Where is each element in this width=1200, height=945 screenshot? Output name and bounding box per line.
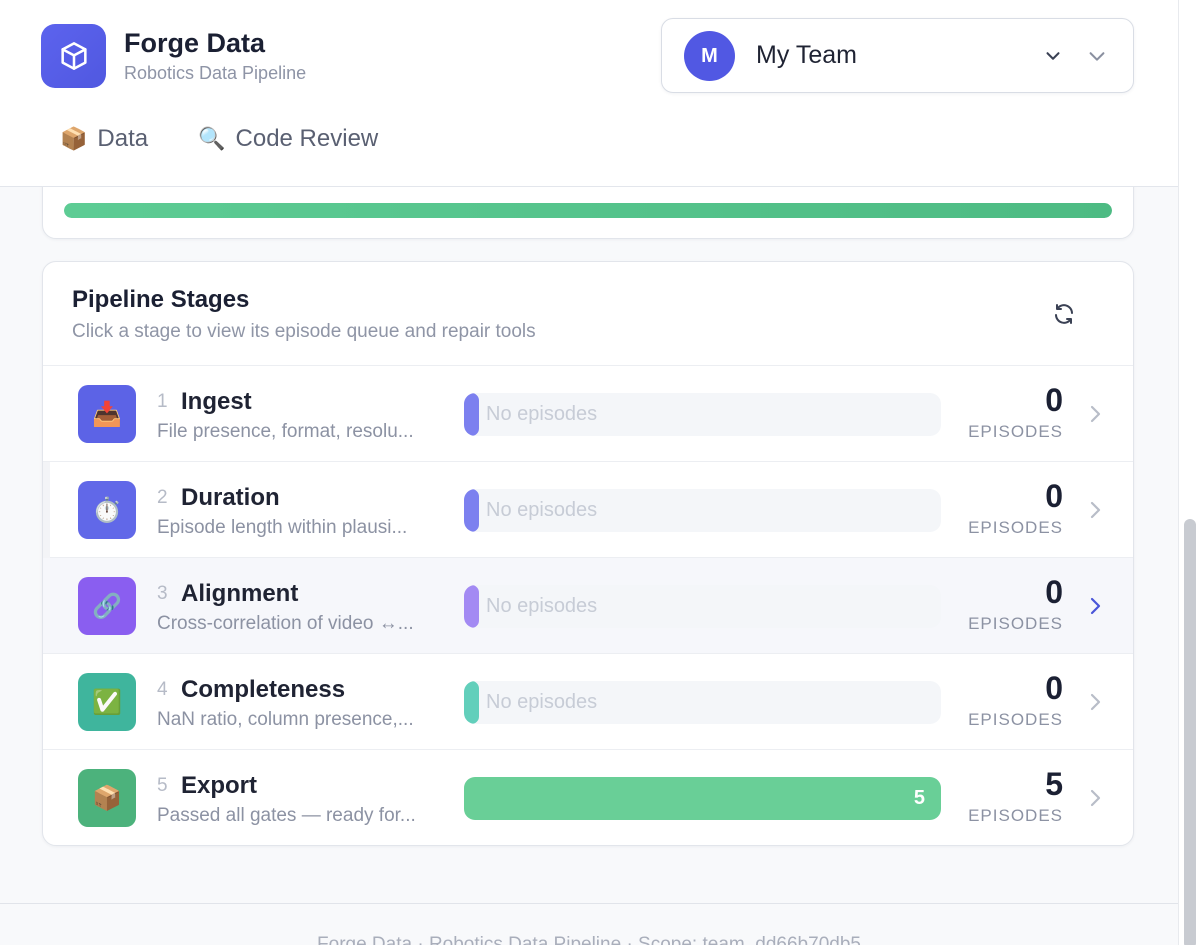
stage-description: NaN ratio, column presence,...: [157, 709, 414, 730]
scrollbar[interactable]: [1178, 0, 1200, 945]
footer-divider: [0, 903, 1178, 904]
stage-empty-label: No episodes: [486, 499, 598, 521]
stage-episode-count: 0: [1045, 478, 1063, 514]
stage-count-unit: EPISODES: [968, 518, 1063, 537]
chevron-right-icon: [1090, 597, 1101, 615]
stage-episode-count: 0: [1045, 574, 1063, 610]
stage-name: Duration: [181, 484, 280, 511]
stage-icon: 🔗: [78, 577, 136, 635]
stage-description: Cross-correlation of video ↔...: [157, 613, 414, 634]
page: Pipeline Stages Click a stage to view it…: [0, 0, 1200, 945]
stage-description: Passed all gates — ready for...: [157, 805, 416, 826]
tab-bar: 📦 Data 🔍 Code Review: [60, 125, 378, 153]
tab-code-review[interactable]: 🔍 Code Review: [198, 125, 378, 153]
pipeline-subtitle: Click a stage to view its episode queue …: [72, 321, 536, 342]
stage-bar-marker: [464, 393, 479, 436]
stage-emoji-icon: ✅: [92, 688, 122, 716]
stage-empty-label: No episodes: [486, 595, 598, 617]
chevron-down-icon: [1046, 52, 1060, 60]
chevron-right-icon: [1090, 693, 1101, 711]
stage-episode-count: 5: [1045, 766, 1063, 802]
stage-count-unit: EPISODES: [968, 710, 1063, 729]
stage-icon: 📦: [78, 769, 136, 827]
stage-icon: 📥: [78, 385, 136, 443]
chevron-right-icon: [1090, 405, 1101, 423]
stage-progress-bar: No episodes: [464, 681, 941, 724]
stage-row-ingest[interactable]: 📥 1 Ingest File presence, format, resolu...…: [43, 366, 1133, 462]
stage-count-unit: EPISODES: [968, 614, 1063, 633]
stage-count-unit: EPISODES: [968, 806, 1063, 825]
stage-number: 5: [157, 775, 168, 796]
team-avatar: M: [684, 31, 735, 81]
stage-bar-count: 5: [913, 787, 925, 809]
chevron-right-icon: [1090, 501, 1101, 519]
cube-icon: [60, 42, 87, 70]
stage-icon: ⏱️: [78, 481, 136, 539]
tab-data-label: Data: [97, 125, 149, 152]
tab-code-review-label: Code Review: [235, 125, 379, 152]
stage-bar-marker: [464, 681, 479, 724]
stage-emoji-icon: 📦: [92, 784, 122, 812]
stage-progress-bar: No episodes: [464, 585, 941, 628]
stage-name: Alignment: [181, 580, 299, 607]
app-header: Forge Data Robotics Data Pipeline M My T…: [0, 0, 1178, 187]
footer-text: Forge Data · Robotics Data Pipeline · Sc…: [317, 934, 861, 945]
row-accent: [43, 366, 50, 462]
stage-icon: ✅: [78, 673, 136, 731]
stage-progress-bar: No episodes: [464, 393, 941, 436]
stage-name: Completeness: [181, 676, 346, 703]
stage-empty-label: No episodes: [486, 691, 598, 713]
stage-count-unit: EPISODES: [968, 422, 1063, 441]
stage-bar-marker: [464, 585, 479, 628]
pipeline-title: Pipeline Stages: [72, 286, 250, 313]
row-accent: [43, 654, 50, 750]
chevron-right-icon: [1090, 789, 1101, 807]
stage-empty-label: No episodes: [486, 403, 598, 425]
stage-number: 1: [157, 391, 168, 412]
stage-emoji-icon: 🔗: [92, 592, 122, 620]
stage-row-alignment[interactable]: 🔗 3 Alignment Cross-correlation of video ↔.…: [43, 558, 1133, 654]
stage-row-export[interactable]: 📦 5 Export Passed all gates — ready for... 5…: [43, 750, 1133, 845]
stage-number: 3: [157, 583, 168, 604]
row-accent: [43, 462, 50, 558]
overall-progress-track: [64, 203, 1112, 218]
overall-progress-fill: [64, 203, 1112, 218]
stage-progress-bar: No episodes: [464, 489, 941, 532]
stage-emoji-icon: 📥: [92, 400, 122, 428]
stage-description: Episode length within plausi...: [157, 517, 408, 538]
scrollbar-thumb[interactable]: [1184, 519, 1196, 945]
stage-row-duration[interactable]: ⏱️ 2 Duration Episode length within plausi.…: [43, 462, 1133, 558]
stage-name: Export: [181, 772, 258, 799]
app-name: Forge Data: [124, 28, 266, 58]
stage-bar-marker: [464, 489, 479, 532]
team-selector[interactable]: M My Team: [661, 18, 1134, 93]
magnifier-icon: 🔍: [198, 126, 226, 151]
refresh-icon: [1055, 304, 1073, 324]
chevron-down-icon: [1089, 52, 1105, 61]
stage-number: 4: [157, 679, 168, 700]
team-name: My Team: [756, 41, 857, 69]
row-accent: [43, 750, 50, 845]
stage-number: 2: [157, 487, 168, 508]
stage-description: File presence, format, resolu...: [157, 421, 414, 442]
stage-name: Ingest: [181, 388, 252, 415]
stage-episode-count: 0: [1045, 382, 1063, 418]
app-subtitle: Robotics Data Pipeline: [124, 63, 307, 83]
row-accent: [43, 558, 50, 654]
refresh-button[interactable]: [1048, 298, 1080, 330]
stage-progress-bar: 5: [464, 777, 941, 820]
app-logo: [41, 24, 106, 88]
stage-episode-count: 0: [1045, 670, 1063, 706]
tab-data[interactable]: 📦 Data: [60, 125, 148, 153]
main-viewport: Pipeline Stages Click a stage to view it…: [0, 0, 1178, 945]
stage-row-completeness[interactable]: ✅ 4 Completeness NaN ratio, column presence…: [43, 654, 1133, 750]
package-icon: 📦: [60, 126, 88, 151]
stage-emoji-icon: ⏱️: [92, 496, 122, 524]
pipeline-stages-card: Pipeline Stages Click a stage to view it…: [42, 261, 1134, 846]
